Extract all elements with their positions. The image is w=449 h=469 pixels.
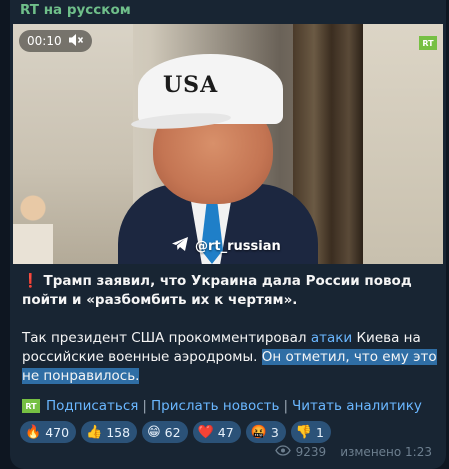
video-watermark: @rt_russian [171, 236, 281, 256]
reaction-count: 158 [106, 424, 131, 440]
heart-icon: ❤️ [197, 424, 214, 440]
watermark-handle: @rt_russian [195, 238, 281, 254]
video-door [363, 24, 443, 264]
rt-logo-icon: RT [419, 36, 437, 50]
reaction-count: 3 [270, 424, 279, 440]
reaction-count: 62 [164, 424, 181, 440]
reaction-heart[interactable]: ❤️ 47 [192, 421, 241, 443]
separator: | [142, 398, 147, 414]
reaction-fire[interactable]: 🔥 470 [20, 421, 77, 443]
reaction-thumbs-down[interactable]: 👎 1 [290, 421, 331, 443]
reaction-count: 470 [45, 424, 70, 440]
separator: | [283, 398, 289, 414]
reaction-thumbs-up[interactable]: 👍 158 [81, 421, 138, 443]
mute-icon[interactable] [68, 33, 84, 50]
reaction-count: 47 [217, 424, 234, 440]
rt-logo-small-icon: RT [22, 399, 40, 413]
reaction-grin[interactable]: 😁 62 [142, 421, 188, 443]
post-text: ❗ Трамп заявил, что Украина дала России … [22, 272, 438, 386]
thumbs-down-icon: 👎 [295, 424, 312, 440]
grin-icon: 😁 [147, 424, 161, 440]
video-player[interactable]: USA 00:10 RT @rt_russian [13, 24, 443, 264]
exclamation-icon: ❗ [22, 273, 39, 289]
body-text-start: Так президент США прокомментировал [22, 330, 311, 346]
angry-face-icon: 🤬 [250, 424, 267, 440]
reaction-count: 1 [315, 424, 324, 440]
post-body: Так президент США прокомментировал атаки… [22, 329, 438, 386]
thumbs-up-icon: 👍 [86, 424, 103, 440]
views-icon [274, 445, 291, 459]
read-analytics-link[interactable]: Читать аналитику [292, 398, 422, 414]
channel-links: RT Подписаться | Прислать новость | Чита… [22, 398, 422, 414]
telegram-icon [171, 236, 189, 256]
post-headline: ❗ Трамп заявил, что Украина дала России … [22, 272, 438, 310]
message-bubble: RT на русском USA 00:10 RT @rt_russian ❗… [10, 0, 446, 469]
video-background-person [13, 194, 53, 264]
channel-name[interactable]: RT на русском [20, 2, 131, 18]
send-news-link[interactable]: Прислать новость [151, 398, 279, 414]
video-time: 00:10 [27, 34, 62, 48]
message-meta: 9239 изменено 1:23 [274, 445, 432, 459]
attacks-link[interactable]: атаки [311, 330, 352, 346]
cap-text: USA [163, 72, 219, 98]
video-timer[interactable]: 00:10 [19, 30, 92, 52]
views-count: 9239 [295, 445, 327, 459]
edited-timestamp: изменено 1:23 [340, 445, 432, 459]
reaction-angry[interactable]: 🤬 3 [245, 421, 286, 443]
reactions-bar: 🔥 470 👍 158 😁 62 ❤️ 47 🤬 3 👎 1 [20, 421, 331, 443]
subscribe-link[interactable]: Подписаться [46, 398, 138, 414]
headline-text: Трамп заявил, что Украина дала России по… [22, 273, 412, 308]
fire-icon: 🔥 [25, 424, 42, 440]
